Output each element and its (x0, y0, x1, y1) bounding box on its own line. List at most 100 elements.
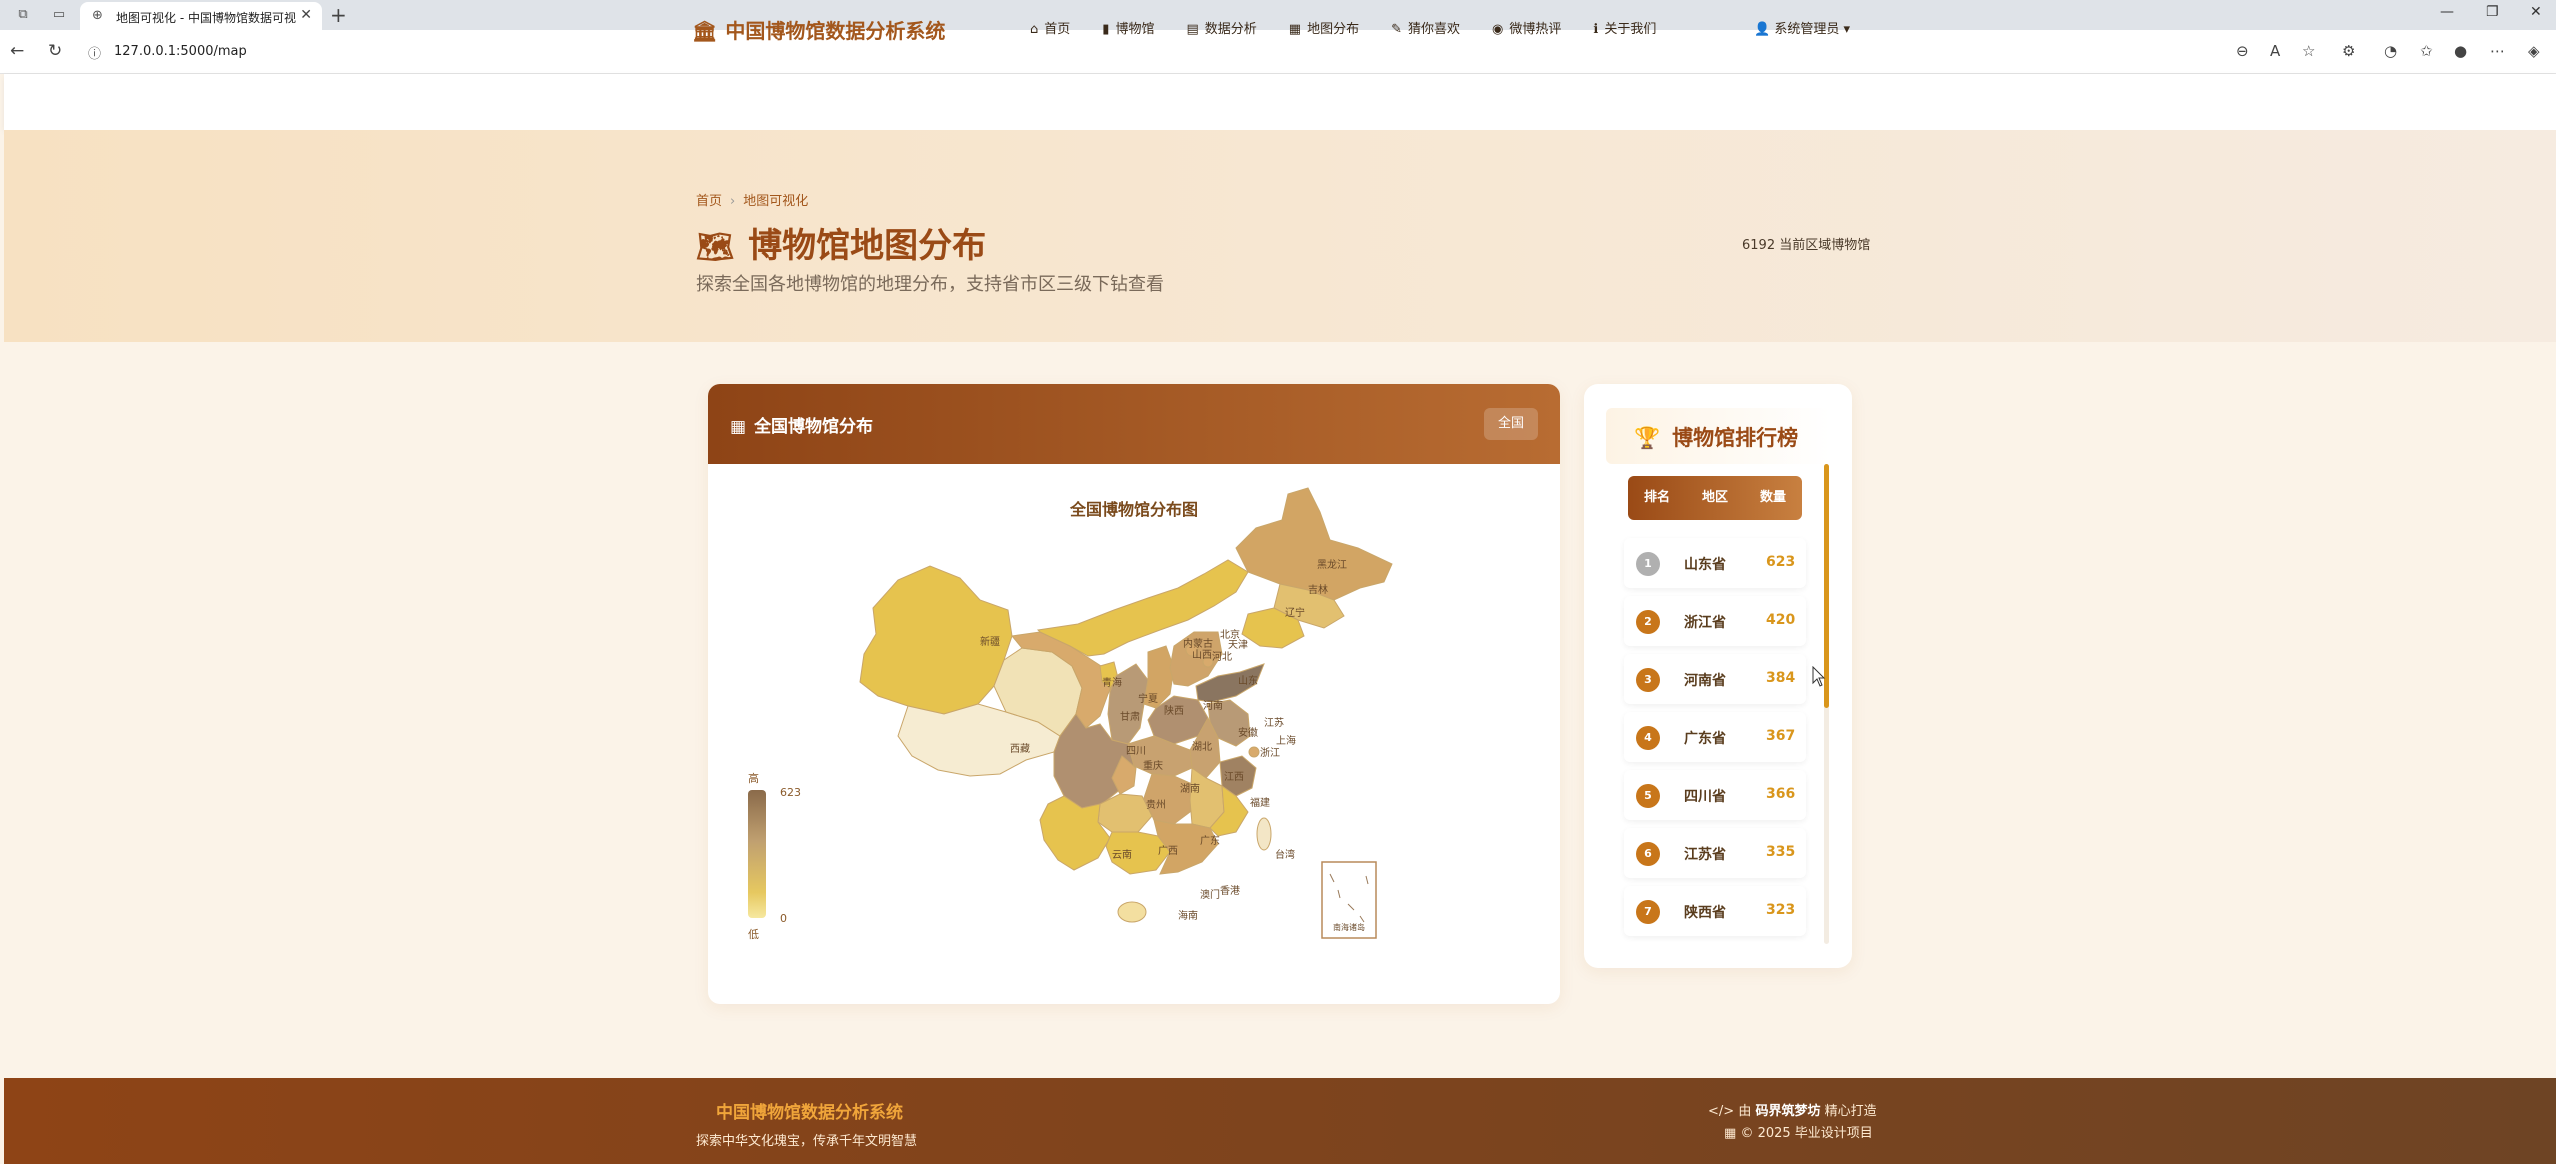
copyright-text: © 2025 毕业设计项目 (1740, 1126, 1873, 1141)
label-hebei: 河北 (1212, 651, 1232, 663)
menu-item-recommend[interactable]: ✎ 猜你喜欢 (1391, 18, 1460, 37)
close-window-icon[interactable]: ✕ (2530, 4, 2542, 20)
label-guangdong: 广东 (1200, 834, 1220, 847)
mouse-cursor-icon (1812, 666, 1826, 687)
user-icon: 👤 (1754, 22, 1771, 37)
label-chongqing: 重庆 (1143, 759, 1163, 772)
workspaces-icon[interactable]: ⧉ (12, 5, 34, 25)
hero-banner (4, 130, 2556, 342)
profile-icon[interactable]: ● (2454, 42, 2467, 60)
label-guizhou: 贵州 (1146, 798, 1166, 811)
legend-high-label: 高 (748, 772, 759, 785)
reload-icon[interactable]: ↻ (48, 41, 62, 61)
province-hainan (1117, 901, 1147, 923)
label-qinghai: 青海 (1102, 676, 1122, 689)
label-heilongjiang: 黑龙江 (1317, 558, 1347, 571)
rank-count: 335 (1766, 844, 1796, 860)
rank-region: 陕西省 (1684, 905, 1726, 921)
footer-brand: 中国博物馆数据分析系统 (716, 1103, 903, 1123)
url-field[interactable]: 127.0.0.1:5000/map (114, 44, 247, 59)
site-header (4, 74, 2556, 130)
label-inner-mongolia: 内蒙古 (1183, 637, 1213, 650)
rank-count: 367 (1766, 728, 1796, 744)
pencil-icon: ✎ (1391, 22, 1402, 37)
close-tab-icon[interactable]: ✕ (300, 7, 312, 23)
ranking-row[interactable]: 1 山东省 623 (1624, 538, 1806, 588)
breadcrumb-home[interactable]: 首页 (696, 194, 722, 209)
favorite-star-icon[interactable]: ☆ (2302, 42, 2315, 60)
user-menu[interactable]: 👤 系统管理员 ▾ (1754, 18, 1850, 37)
rank-region: 浙江省 (1684, 615, 1726, 631)
menu-label: 地图分布 (1307, 22, 1360, 37)
menu-item-home[interactable]: ⌂ 首页 (1030, 18, 1070, 37)
ranking-title-text: 博物馆排行榜 (1672, 426, 1799, 450)
menu-label: 猜你喜欢 (1407, 22, 1460, 37)
breadcrumb: 首页 › 地图可视化 (696, 190, 808, 209)
province-heilongjiang (1235, 487, 1393, 601)
brand-label: 中国博物馆数据分析系统 (725, 19, 946, 43)
menu-label: 关于我们 (1604, 22, 1657, 37)
minimize-icon[interactable]: — (2440, 4, 2454, 20)
menu-item-analysis[interactable]: ▤ 数据分析 (1186, 18, 1256, 37)
extension-icon[interactable]: ⚙ (2342, 42, 2355, 60)
read-aloud-icon[interactable]: A (2270, 42, 2280, 60)
label-zhejiang: 浙江 (1260, 747, 1280, 759)
back-icon[interactable]: ← (10, 41, 24, 61)
breadcrumb-current: 地图可视化 (743, 194, 809, 209)
label-sichuan: 四川 (1126, 746, 1146, 757)
trophy-icon: 🏆 (1634, 426, 1661, 450)
ranking-column-header: 排名 地区 数量 (1628, 476, 1802, 520)
rank-badge: 1 (1636, 552, 1660, 576)
new-tab-icon[interactable]: + (330, 3, 347, 27)
label-jiangxi: 江西 (1224, 771, 1244, 783)
chart-icon: ▤ (1186, 22, 1199, 37)
ranking-row[interactable]: 6 江苏省 335 (1624, 828, 1806, 878)
extension-2-icon[interactable]: ◔ (2384, 42, 2397, 60)
map-card: ▦ 全国博物馆分布 全国 全国博物馆分布图 新疆 西藏 青海 甘肃 宁夏 内蒙古… (708, 384, 1560, 1004)
rank-region: 江苏省 (1684, 847, 1726, 863)
label-shanghai: 上海 (1276, 734, 1296, 747)
main-menu: ⌂ 首页 ▮ 博物馆 ▤ 数据分析 ▦ 地图分布 ✎ 猜你喜欢 ◉ 微博热评 ℹ 关于我们 (1030, 18, 1656, 37)
credit-author: 码界筑梦坊 (1755, 1104, 1821, 1119)
ranking-row[interactable]: 2 浙江省 420 (1624, 596, 1806, 646)
ranking-row[interactable]: 7 陕西省 323 (1624, 886, 1806, 936)
label-yunnan: 云南 (1112, 848, 1132, 861)
label-xinjiang: 新疆 (980, 635, 1000, 648)
ranking-row[interactable]: 4 广东省 367 (1624, 712, 1806, 762)
menu-label: 微博热评 (1509, 22, 1562, 37)
rank-count: 384 (1766, 670, 1796, 686)
china-map[interactable]: 新疆 西藏 青海 甘肃 宁夏 内蒙古 黑龙江 吉林 辽宁 北京 天津 河北 山西… (708, 384, 1560, 1004)
menu-item-map[interactable]: ▦ 地图分布 (1289, 18, 1359, 37)
legend-min-value: 0 (780, 912, 787, 925)
info-icon: ℹ (1593, 22, 1599, 37)
label-macau: 澳门 (1200, 888, 1220, 901)
site-brand[interactable]: 🏛 中国博物馆数据分析系统 (692, 15, 945, 44)
copilot-icon[interactable]: ◈ (2528, 42, 2540, 60)
rank-count: 323 (1766, 902, 1796, 918)
ranking-row[interactable]: 3 河南省 384 (1624, 654, 1806, 704)
label-tibet: 西藏 (1010, 743, 1030, 755)
col-region: 地区 (1701, 490, 1728, 505)
ranking-header: 🏆 博物馆排行榜 (1606, 408, 1830, 464)
nine-dash-line (1329, 873, 1369, 923)
rank-region: 河南省 (1684, 673, 1726, 689)
restore-icon[interactable]: ❐ (2486, 4, 2499, 20)
zoom-icon[interactable]: ⊖ (2236, 42, 2249, 60)
site-info-icon[interactable]: ⓘ (88, 43, 101, 62)
menu-item-weibo[interactable]: ◉ 微博热评 (1492, 18, 1561, 37)
label-taiwan: 台湾 (1275, 848, 1295, 861)
ranking-row[interactable]: 5 四川省 366 (1624, 770, 1806, 820)
label-shaanxi: 陕西 (1164, 704, 1184, 717)
menu-item-about[interactable]: ℹ 关于我们 (1593, 18, 1656, 37)
visual-map-legend[interactable] (748, 790, 766, 918)
tab-actions-icon[interactable]: ▭ (48, 5, 70, 25)
more-icon[interactable]: ⋯ (2490, 42, 2505, 60)
home-icon: ⌂ (1030, 22, 1039, 37)
browser-tab-active[interactable]: ⊕ 地图可视化 - 中国博物馆数据可视化 ✕ (80, 2, 322, 30)
legend-max-value: 623 (780, 786, 801, 799)
site-footer (4, 1078, 2556, 1164)
rank-region: 广东省 (1684, 731, 1726, 747)
label-hongkong: 香港 (1220, 885, 1240, 897)
menu-item-museum[interactable]: ▮ 博物馆 (1102, 18, 1154, 37)
favorites-icon[interactable]: ✩ (2420, 42, 2433, 60)
